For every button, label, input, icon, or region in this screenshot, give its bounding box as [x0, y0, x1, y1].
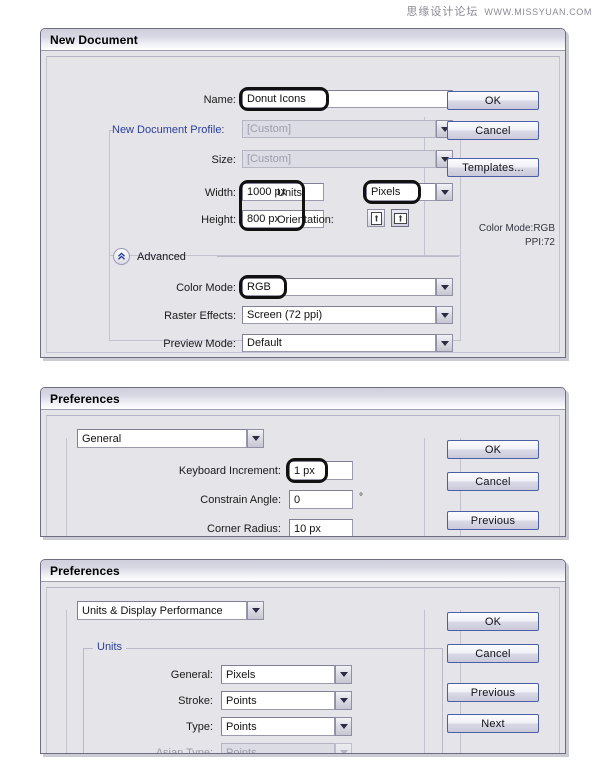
preferences-general-previous-button[interactable]: Previous [447, 511, 539, 530]
color-mode-info: Color Mode:RGB [478, 223, 555, 234]
constrain-angle-input[interactable]: 0 [289, 490, 353, 509]
units-stroke-label: Stroke: [178, 695, 213, 707]
preferences-units-body: Units & Display Performance Units Genera… [41, 582, 565, 754]
new-document-cancel-button[interactable]: Cancel [447, 121, 539, 140]
new-document-profile-select[interactable]: [Custom] [242, 120, 436, 138]
units-stroke-select[interactable]: Points [221, 691, 335, 710]
advanced-group-box [109, 256, 461, 341]
preferences-general-ok-button[interactable]: OK [447, 440, 539, 459]
watermark: 思缘设计论坛 WWW.MISSYUAN.COM [406, 3, 592, 19]
prefs-general-right-divider [424, 438, 425, 536]
preferences-units-title: Preferences [50, 563, 120, 578]
color-mode-label: Color Mode: [176, 282, 236, 294]
preferences-units-previous-button[interactable]: Previous [447, 683, 539, 702]
ppi-info: PPI:72 [524, 237, 555, 248]
corner-radius-input[interactable]: 10 px [289, 519, 353, 536]
preferences-units-category-select[interactable]: Units & Display Performance [77, 601, 247, 620]
units-select[interactable]: Pixels [366, 183, 436, 201]
degree-symbol: ° [359, 492, 363, 503]
orientation-portrait-button[interactable] [367, 209, 385, 227]
preferences-general-titlebar: Preferences [41, 388, 565, 410]
watermark-url: WWW.MISSYUAN.COM [484, 7, 592, 17]
units-general-select[interactable]: Pixels [221, 665, 335, 684]
orientation-landscape-button[interactable] [391, 209, 409, 227]
corner-radius-label: Corner Radius: [207, 523, 281, 535]
units-general-chevron-down-icon[interactable] [335, 665, 352, 684]
units-type-chevron-down-icon[interactable] [335, 717, 352, 736]
keyboard-increment-input[interactable]: 1 px [289, 461, 353, 480]
preferences-general-title: Preferences [50, 391, 120, 406]
portrait-icon [370, 211, 382, 225]
size-select[interactable]: [Custom] [242, 150, 436, 168]
preview-mode-label: Preview Mode: [163, 338, 236, 350]
raster-effects-select[interactable]: Screen (72 ppi) [242, 306, 436, 324]
size-label: Size: [211, 154, 236, 166]
keyboard-increment-label: Keyboard Increment: [178, 465, 281, 477]
new-document-titlebar: New Document [41, 29, 565, 51]
preferences-general-cancel-button[interactable]: Cancel [447, 472, 539, 491]
units-asian-type-chevron-down-icon[interactable] [335, 743, 352, 753]
preferences-general-dialog: Preferences General Keyboard Increment: … [40, 387, 566, 537]
preview-mode-chevron-down-icon[interactable] [436, 334, 453, 352]
units-type-select[interactable]: Points [221, 717, 335, 736]
color-mode-chevron-down-icon[interactable] [436, 278, 453, 296]
preferences-units-cancel-button[interactable]: Cancel [447, 644, 539, 663]
units-type-label: Type: [186, 721, 213, 733]
advanced-divider [217, 256, 459, 257]
preview-mode-select[interactable]: Default [242, 334, 436, 352]
profile-group-line-left [109, 130, 113, 131]
units-chevron-down-icon[interactable] [436, 183, 453, 201]
advanced-disclosure-button[interactable] [113, 248, 130, 265]
preferences-units-dialog: Preferences Units & Display Performance … [40, 559, 566, 754]
units-general-label: General: [170, 669, 213, 681]
units-stroke-chevron-down-icon[interactable] [335, 691, 352, 710]
constrain-angle-label: Constrain Angle: [200, 494, 281, 506]
new-document-ok-button[interactable]: OK [447, 91, 539, 110]
units-label: Units: [277, 187, 306, 199]
watermark-chinese: 思缘设计论坛 [406, 6, 479, 18]
name-label: Name: [203, 94, 236, 106]
preferences-units-category-chevron-down-icon[interactable] [247, 601, 264, 620]
raster-effects-chevron-down-icon[interactable] [436, 306, 453, 324]
preferences-category-chevron-down-icon[interactable] [247, 429, 264, 448]
height-label: Height: [201, 214, 236, 226]
units-asian-type-select[interactable]: Points [221, 743, 335, 753]
new-document-title: New Document [50, 32, 138, 47]
new-document-dialog: New Document Name: Donut Icons New Docum… [40, 28, 566, 358]
new-document-templates-button[interactable]: Templates... [447, 158, 539, 177]
name-input[interactable]: Donut Icons [242, 90, 453, 108]
preferences-units-next-button[interactable]: Next [447, 714, 539, 733]
landscape-icon [393, 212, 407, 224]
advanced-label: Advanced [137, 251, 186, 263]
new-document-body: Name: Donut Icons New Document Profile: … [41, 51, 565, 357]
units-group-legend: Units [93, 641, 127, 653]
preferences-general-body: General Keyboard Increment: 1 px Constra… [41, 410, 565, 536]
orientation-label: Orientation: [277, 214, 334, 226]
width-label: Width: [204, 187, 236, 199]
preferences-units-ok-button[interactable]: OK [447, 612, 539, 631]
units-asian-type-label: Asian Type: [155, 747, 213, 754]
chevron-double-up-icon [118, 252, 125, 260]
color-mode-select[interactable]: RGB [242, 278, 436, 296]
new-document-profile-label: New Document Profile: [112, 124, 225, 136]
preferences-category-select[interactable]: General [77, 429, 247, 448]
preferences-units-titlebar: Preferences [41, 560, 565, 582]
raster-effects-label: Raster Effects: [164, 310, 236, 322]
